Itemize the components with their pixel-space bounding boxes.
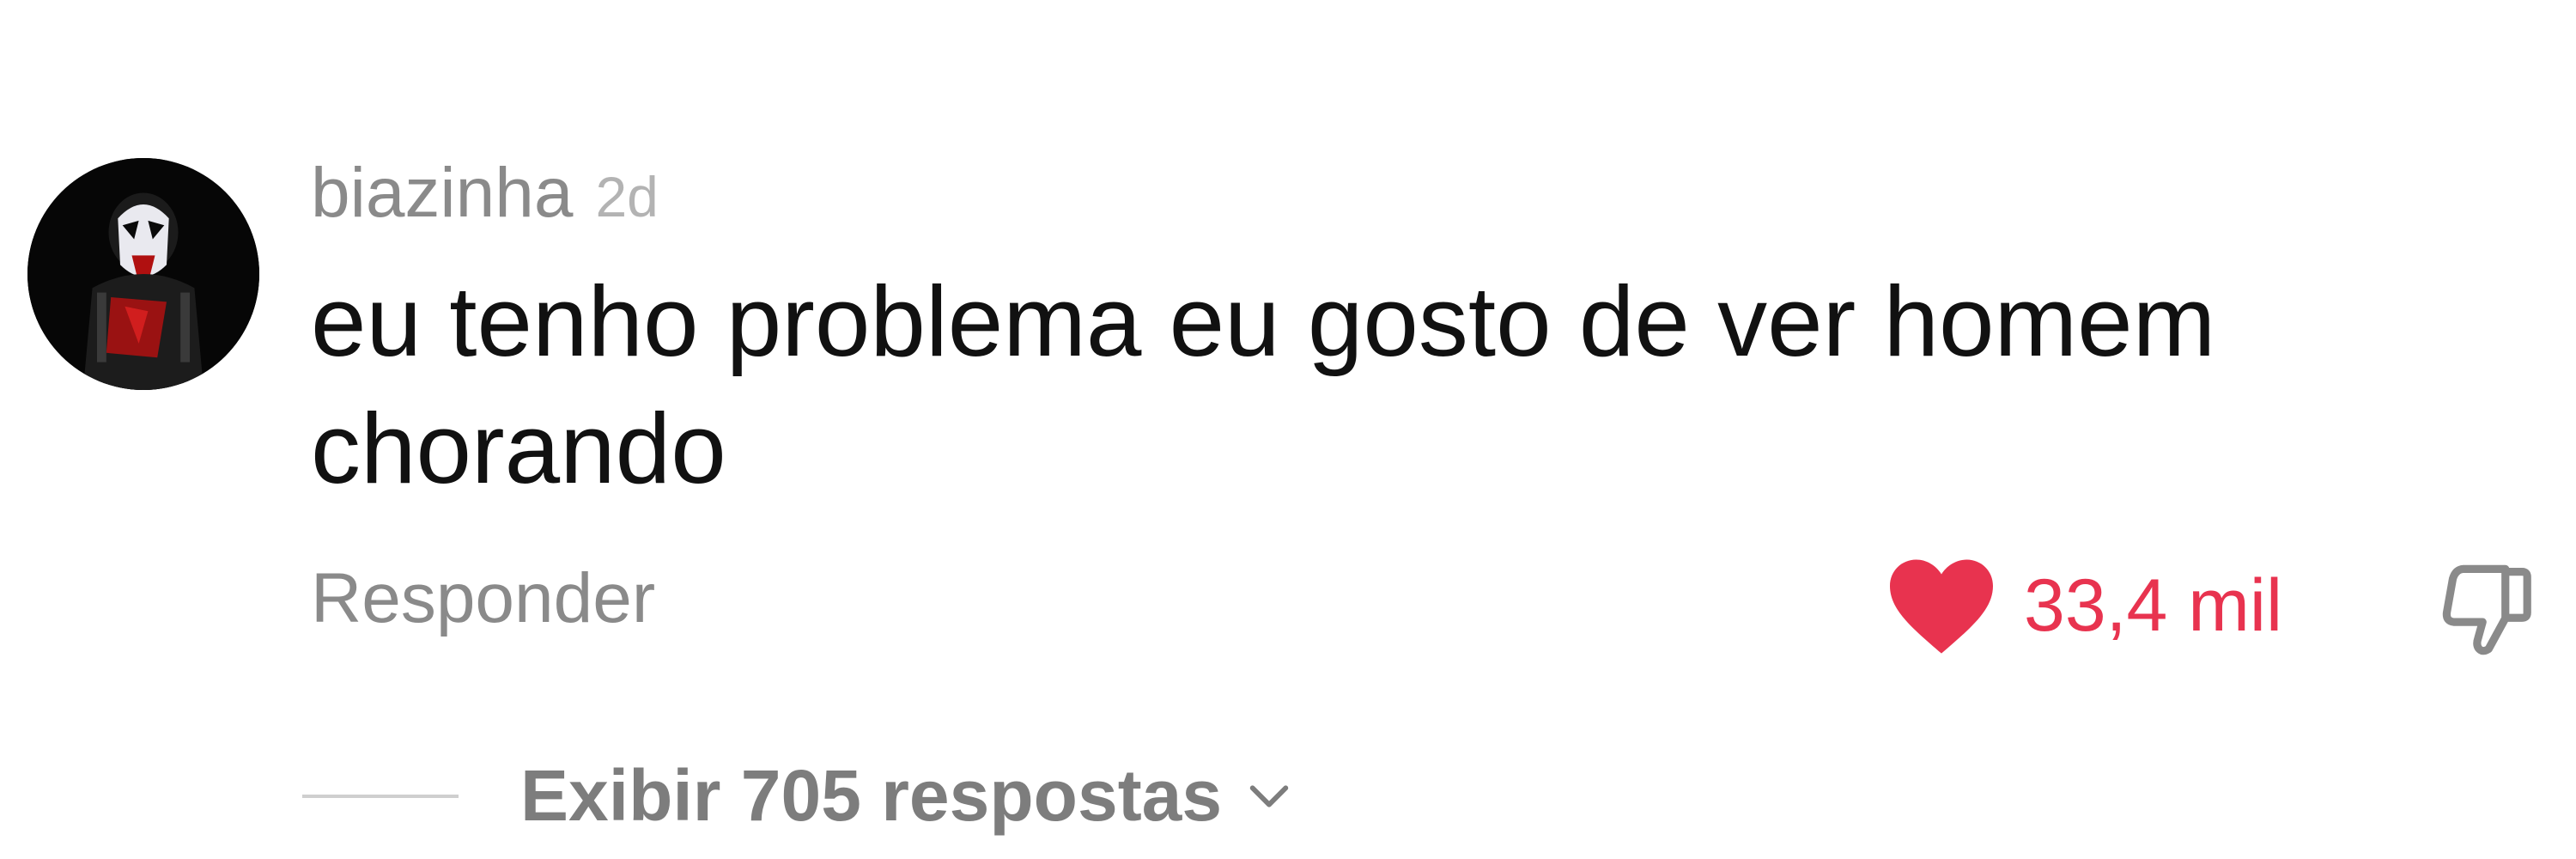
like-button[interactable]: 33,4 mil <box>1885 554 2282 657</box>
heart-icon <box>1890 559 1993 654</box>
comment-item: biazinha 2d eu tenho problema eu gosto de… <box>0 0 2576 859</box>
timestamp: 2d <box>595 165 659 228</box>
reply-button[interactable]: Responder <box>311 558 655 639</box>
replies-divider <box>302 794 459 798</box>
avatar-image <box>27 158 259 390</box>
thumbs-down-icon <box>2442 564 2531 655</box>
comment-meta: biazinha 2d <box>311 153 659 234</box>
username[interactable]: biazinha <box>311 154 573 232</box>
chevron-down-icon <box>1249 784 1289 807</box>
view-replies-label: Exibir 705 respostas <box>520 755 1223 836</box>
comment-text: eu tenho problema eu gosto de ver homem … <box>311 265 2216 504</box>
dislike-button[interactable] <box>2430 554 2542 666</box>
avatar[interactable] <box>27 158 259 390</box>
view-replies-button[interactable]: Exibir 705 respostas <box>302 754 1294 838</box>
like-count: 33,4 mil <box>2024 564 2283 647</box>
